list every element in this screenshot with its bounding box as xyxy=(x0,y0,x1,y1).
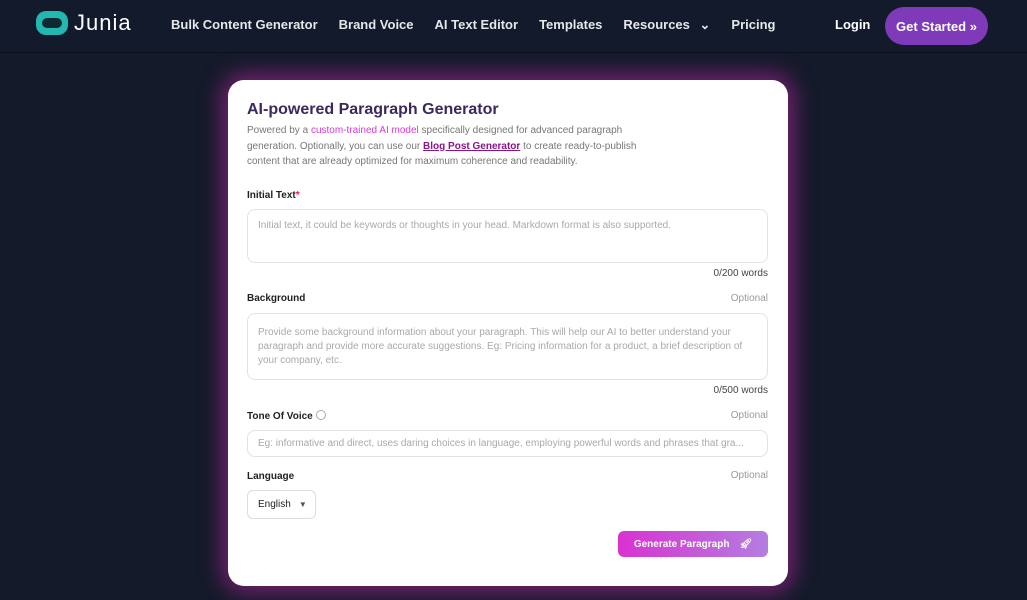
background-label: Background xyxy=(247,293,306,304)
generate-paragraph-button[interactable]: Generate Paragraph 🚀︎ xyxy=(618,531,768,557)
caret-down-icon: ▼ xyxy=(298,500,307,509)
paragraph-generator-card: AI-powered Paragraph Generator Powered b… xyxy=(228,80,788,586)
tone-input[interactable]: Eg: informative and direct, uses daring … xyxy=(247,430,768,457)
initial-word-count: 0/200 words xyxy=(713,268,768,279)
page-title: AI-powered Paragraph Generator xyxy=(247,101,499,118)
label-text: Initial Text xyxy=(247,190,296,201)
get-started-label: Get Started xyxy=(896,18,967,34)
language-value: English xyxy=(258,499,291,510)
get-started-button[interactable]: Get Started » xyxy=(885,7,988,45)
language-select[interactable]: English ▼ xyxy=(247,490,316,519)
required-marker: * xyxy=(295,190,300,201)
description: Powered by a custom-trained AI model spe… xyxy=(247,123,657,170)
robot-logo-icon xyxy=(36,11,68,35)
tone-optional: Optional xyxy=(730,410,768,421)
brand-name: Junia xyxy=(74,10,132,35)
nav-resources[interactable]: Resources ⌄ xyxy=(623,17,710,33)
nav-bulk-content-generator[interactable]: Bulk Content Generator xyxy=(171,17,318,33)
info-icon[interactable] xyxy=(315,410,326,420)
language-label: Language xyxy=(247,471,295,482)
background-word-count: 0/500 words xyxy=(713,385,768,396)
language-optional: Optional xyxy=(730,470,768,481)
rocket-icon: 🚀︎ xyxy=(739,538,753,550)
nav-pricing[interactable]: Pricing xyxy=(731,17,775,33)
background-input[interactable]: Provide some background information abou… xyxy=(247,313,768,380)
login-link[interactable]: Login xyxy=(835,17,870,32)
double-chevron-right-icon: » xyxy=(969,18,977,34)
chevron-down-icon: ⌄ xyxy=(699,17,711,32)
generate-label: Generate Paragraph xyxy=(633,538,730,550)
top-nav: Junia Bulk Content Generator Brand Voice… xyxy=(0,0,1027,53)
nav-templates[interactable]: Templates xyxy=(539,17,602,33)
label-text: Tone Of Voice xyxy=(247,411,313,422)
nav-brand-voice[interactable]: Brand Voice xyxy=(339,17,414,33)
initial-text-label: Initial Text* xyxy=(247,190,300,201)
tone-label: Tone Of Voice xyxy=(247,410,326,422)
desc-highlight: custom-trained AI model xyxy=(310,125,419,136)
initial-text-input[interactable]: Initial text, it could be keywords or th… xyxy=(247,209,768,263)
blog-post-generator-link[interactable]: Blog Post Generator xyxy=(423,141,520,152)
nav-ai-text-editor[interactable]: AI Text Editor xyxy=(435,17,519,33)
logo[interactable]: Junia xyxy=(36,10,132,36)
desc-text: Powered by a xyxy=(247,125,311,136)
nav-resources-label: Resources xyxy=(623,17,690,32)
background-optional: Optional xyxy=(730,293,768,304)
